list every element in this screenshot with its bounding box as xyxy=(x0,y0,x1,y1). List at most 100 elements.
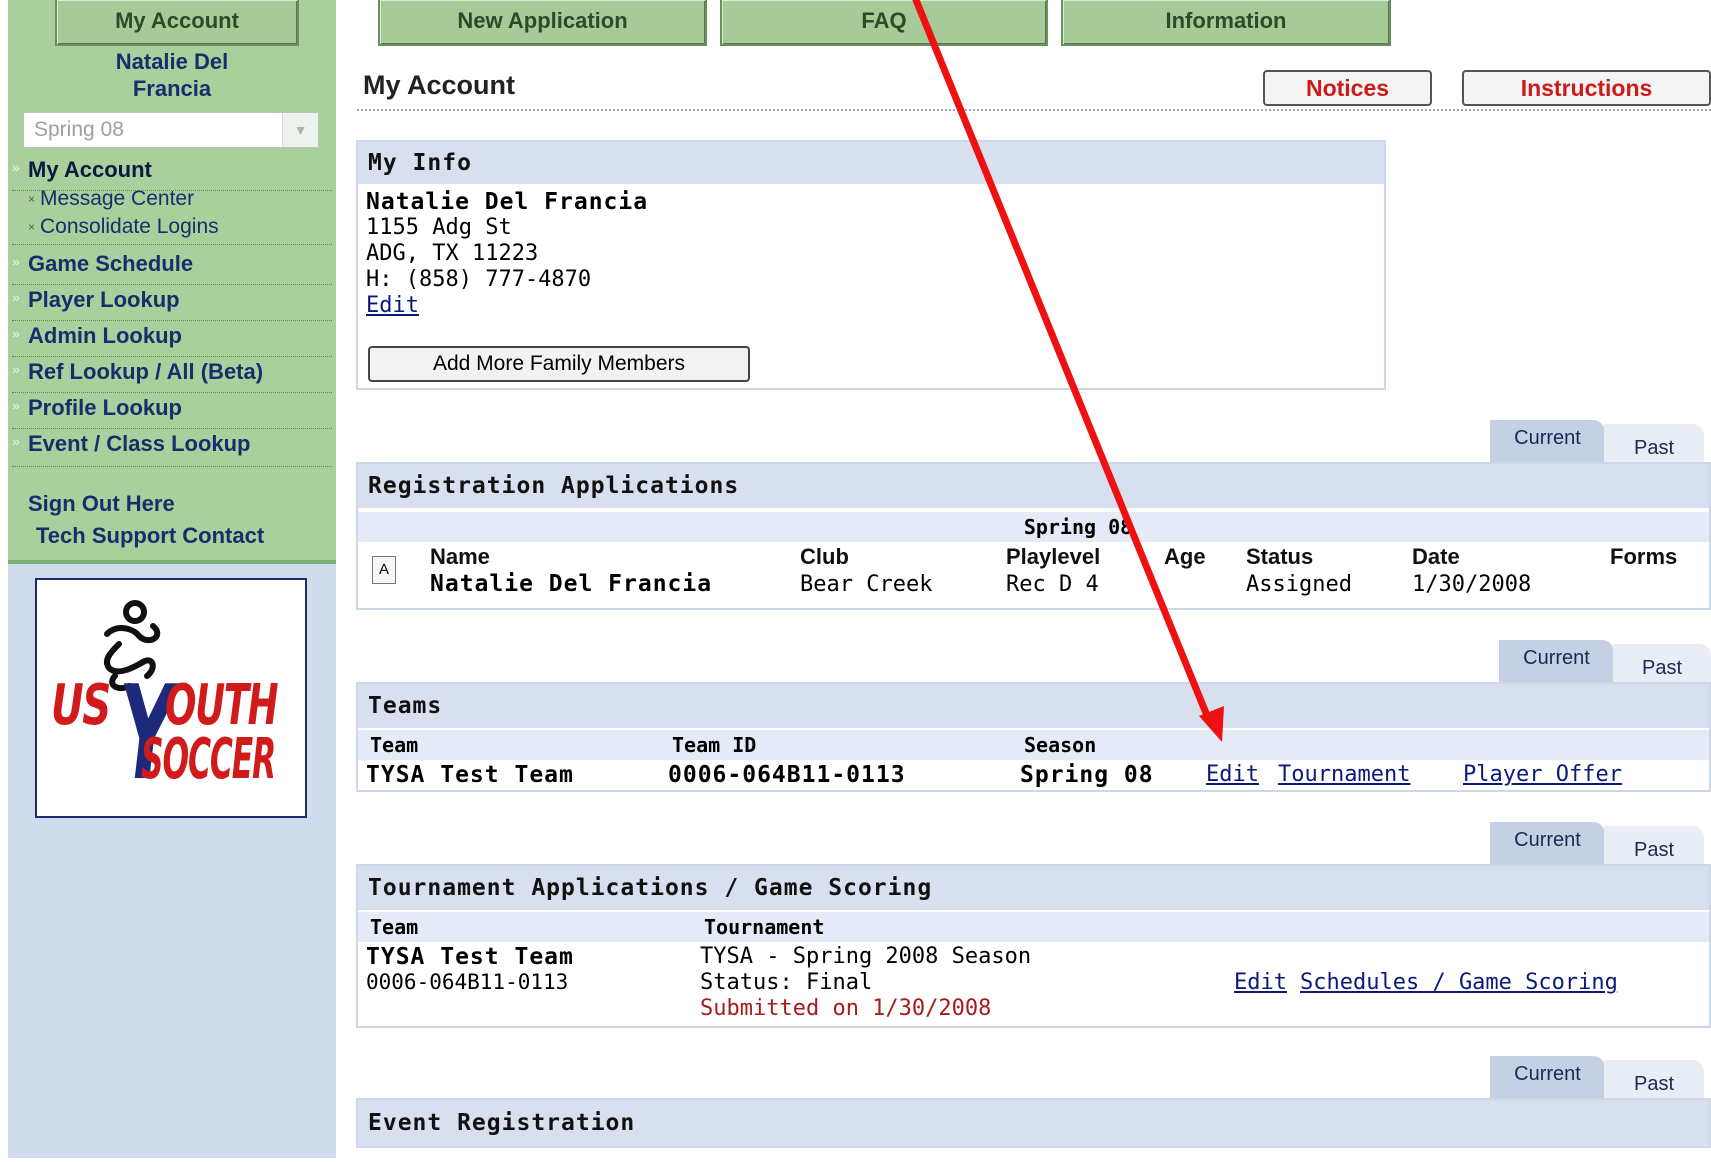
tournament-tab-current[interactable]: Current xyxy=(1490,822,1605,864)
tech-support-link[interactable]: Tech Support Contact xyxy=(36,523,264,549)
col-tournament: Tournament xyxy=(704,915,825,939)
col-forms: Forms xyxy=(1610,544,1678,569)
sidebar-item-game-schedule[interactable]: » Game Schedule xyxy=(12,251,332,285)
col-club: Club xyxy=(800,544,849,569)
team-tournament-link[interactable]: Tournament xyxy=(1278,762,1410,787)
sidebar-item-event-class-lookup[interactable]: » Event / Class Lookup xyxy=(12,431,332,467)
header-divider xyxy=(357,109,1711,111)
sidebar-divider xyxy=(8,560,336,564)
tournament-title: Tournament Applications / Game Scoring xyxy=(358,866,1709,910)
sidebar-item-ref-lookup[interactable]: » Ref Lookup / All (Beta) xyxy=(12,359,332,393)
col-status: Status xyxy=(1246,544,1314,569)
sidebar-subitem-consolidate-logins[interactable]: × Consolidate Logins xyxy=(28,215,219,239)
teams-tab-past[interactable]: Past xyxy=(1613,644,1711,682)
sidebar-item-player-lookup[interactable]: » Player Lookup xyxy=(12,287,332,321)
teams-panel: Teams Team Team ID Season TYSA Test Team… xyxy=(356,682,1711,792)
my-info-address2: ADG, TX 11223 xyxy=(366,241,539,266)
registration-panel: Registration Applications Spring 08 A Na… xyxy=(356,462,1711,610)
tournament-row-submitted: Submitted on 1/30/2008 xyxy=(700,996,992,1021)
tournament-row-status: Status: Final xyxy=(700,970,873,995)
sidebar-subitem-message-center[interactable]: × Message Center xyxy=(28,187,194,211)
registration-row-status: Assigned xyxy=(1246,572,1352,597)
bullet-icon: × xyxy=(28,220,36,234)
event-registration-title: Event Registration xyxy=(358,1100,1709,1146)
my-info-edit-link[interactable]: Edit xyxy=(366,293,419,318)
sidebar-item-label: Game Schedule xyxy=(28,251,194,276)
sidebar-subitem-label: Consolidate Logins xyxy=(40,215,219,238)
sidebar-item-label: My Account xyxy=(28,157,152,182)
my-info-phone: H: (858) 777-4870 xyxy=(366,267,592,292)
tournament-row-team-id: 0006-064B11-0113 xyxy=(366,970,569,994)
sidebar-item-label: Player Lookup xyxy=(28,287,180,312)
col-playlevel: Playlevel xyxy=(1006,544,1101,569)
double-chevron-icon: » xyxy=(12,397,20,413)
notices-button[interactable]: Notices xyxy=(1263,70,1432,106)
sidebar: My Account Natalie Del Francia Spring 08… xyxy=(8,0,336,1158)
sidebar-item-profile-lookup[interactable]: » Profile Lookup xyxy=(12,395,332,429)
sidebar-user-name: Natalie Del Francia xyxy=(8,48,336,102)
season-select[interactable]: Spring 08 ▼ xyxy=(23,112,319,148)
page-title: My Account xyxy=(363,70,516,100)
my-info-panel: My Info Natalie Del Francia 1155 Adg St … xyxy=(356,140,1386,390)
team-edit-link[interactable]: Edit xyxy=(1206,762,1259,787)
chevron-down-icon[interactable]: ▼ xyxy=(282,113,318,147)
logo-text-us: US xyxy=(51,673,111,738)
team-row-name: TYSA Test Team xyxy=(366,762,574,788)
tournament-row-name: TYSA - Spring 2008 Season xyxy=(700,944,1032,969)
col-name: Name xyxy=(430,544,490,569)
user-name-line1: Natalie Del xyxy=(115,49,229,74)
registration-row-club: Bear Creek xyxy=(800,572,933,597)
team-row-season: Spring 08 xyxy=(1020,762,1154,788)
tab-faq[interactable]: FAQ xyxy=(720,0,1048,46)
col-season: Season xyxy=(1024,733,1097,757)
tab-new-application[interactable]: New Application xyxy=(378,0,707,46)
col-team-id: Team ID xyxy=(672,733,757,757)
tournament-panel: Tournament Applications / Game Scoring T… xyxy=(356,864,1711,1028)
bullet-icon: × xyxy=(28,192,36,206)
tournament-edit-link[interactable]: Edit xyxy=(1234,970,1287,995)
sidebar-item-label: Event / Class Lookup xyxy=(28,431,251,456)
double-chevron-icon: » xyxy=(12,433,20,449)
col-team: Team xyxy=(370,733,419,757)
my-info-name: Natalie Del Francia xyxy=(366,189,649,215)
registration-tab-current[interactable]: Current xyxy=(1490,420,1605,462)
logo-text-outh: OUTH xyxy=(165,673,279,738)
add-family-members-button[interactable]: Add More Family Members xyxy=(368,346,750,382)
event-tab-current[interactable]: Current xyxy=(1490,1056,1605,1098)
teams-tab-current[interactable]: Current xyxy=(1499,640,1614,682)
sidebar-item-label: Ref Lookup / All (Beta) xyxy=(28,359,264,384)
registration-row-name: Natalie Del Francia xyxy=(430,571,713,597)
tab-information[interactable]: Information xyxy=(1061,0,1391,46)
double-chevron-icon: » xyxy=(12,253,20,269)
registration-row-date: 1/30/2008 xyxy=(1412,572,1532,597)
sidebar-divider xyxy=(12,244,332,245)
sign-out-link[interactable]: Sign Out Here xyxy=(28,491,175,517)
tournament-header-row xyxy=(358,912,1709,942)
sidebar-item-admin-lookup[interactable]: » Admin Lookup xyxy=(12,323,332,357)
sidebar-my-account-button[interactable]: My Account xyxy=(55,0,299,46)
col-date: Date xyxy=(1412,544,1460,569)
registration-row-playlevel: Rec D 4 xyxy=(1006,572,1099,597)
application-badge-icon[interactable]: A xyxy=(372,556,396,584)
user-name-line2: Francia xyxy=(132,76,212,101)
tournament-schedules-link[interactable]: Schedules / Game Scoring xyxy=(1300,970,1618,995)
team-player-offer-link[interactable]: Player Offer xyxy=(1463,762,1622,787)
event-registration-panel: Event Registration xyxy=(356,1098,1711,1148)
sidebar-item-label: Admin Lookup xyxy=(28,323,182,348)
double-chevron-icon: » xyxy=(12,325,20,341)
double-chevron-icon: » xyxy=(12,159,20,175)
tournament-tab-past[interactable]: Past xyxy=(1604,826,1704,864)
double-chevron-icon: » xyxy=(12,361,20,377)
registration-season: Spring 08 xyxy=(1023,515,1133,539)
registration-tab-past[interactable]: Past xyxy=(1604,424,1704,462)
tournament-row-team: TYSA Test Team xyxy=(366,944,574,970)
my-info-address1: 1155 Adg St xyxy=(366,215,512,240)
event-tab-past[interactable]: Past xyxy=(1604,1060,1704,1098)
sidebar-item-my-account[interactable]: » My Account xyxy=(12,157,332,191)
instructions-button[interactable]: Instructions xyxy=(1462,70,1711,106)
col-team: Team xyxy=(370,915,419,939)
season-select-value: Spring 08 xyxy=(34,118,124,141)
team-row-id: 0006-064B11-0113 xyxy=(668,762,906,788)
sidebar-subitem-label: Message Center xyxy=(40,187,195,210)
col-age: Age xyxy=(1164,544,1206,569)
